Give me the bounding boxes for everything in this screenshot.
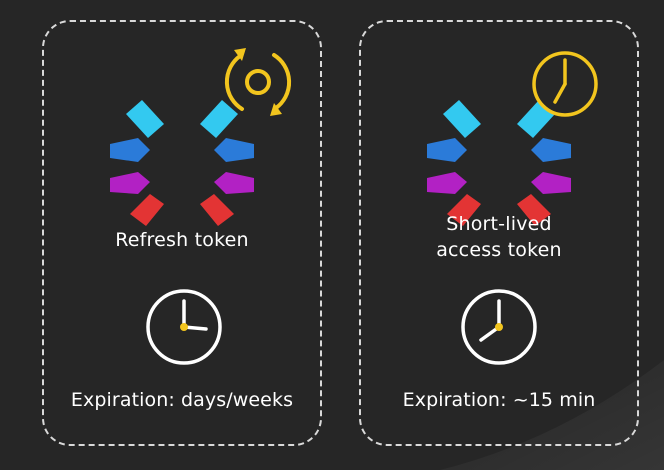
refresh-cycle-icon	[224, 48, 292, 116]
clock-icon	[146, 289, 222, 365]
refresh-token-title: Refresh token	[115, 229, 249, 251]
refresh-token-expiration: Expiration: days/weeks	[70, 389, 294, 411]
access-token-title-line2: access token	[436, 239, 562, 261]
clock-icon	[461, 289, 537, 365]
access-token-card: Short-lived access token Expiration: ~15…	[359, 20, 639, 446]
refresh-token-card: Refresh token Expiration: days/weeks	[42, 20, 322, 446]
access-token-expiration: Expiration: ~15 min	[402, 389, 596, 411]
clock-icon	[532, 51, 598, 117]
access-token-title-line1: Short-lived	[446, 213, 552, 235]
